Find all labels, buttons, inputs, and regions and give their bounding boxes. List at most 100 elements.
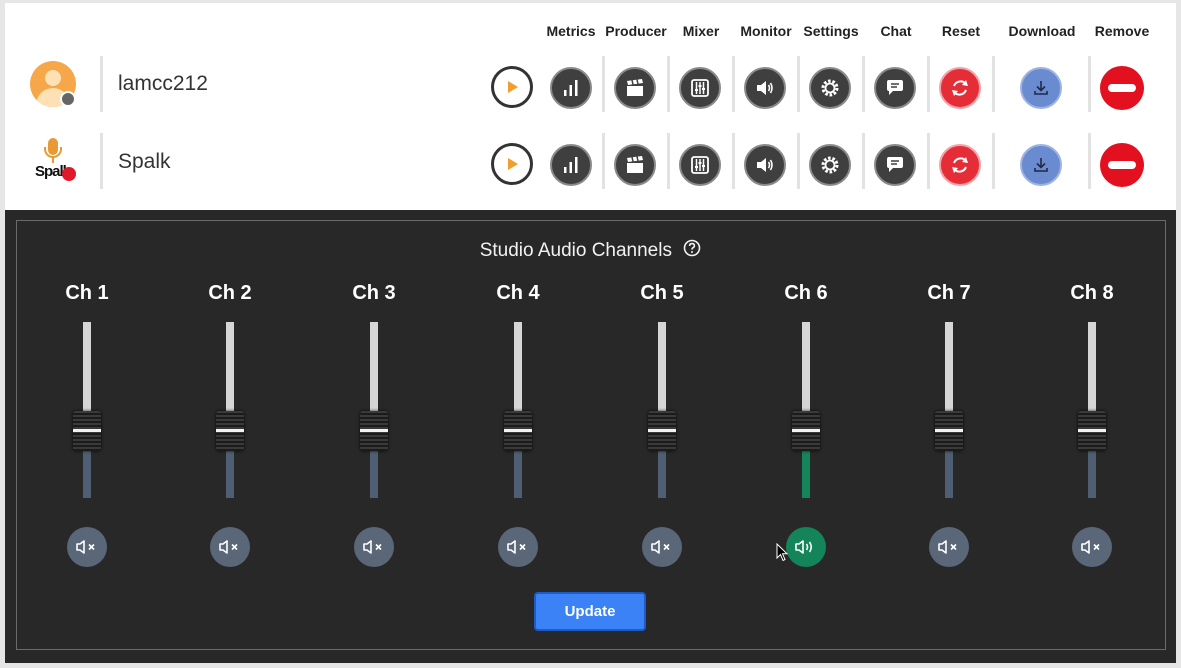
remove-button[interactable] [1100,66,1144,110]
bar-chart-icon [564,157,578,173]
chat-bubble-icon [887,80,903,95]
chat-button[interactable] [874,144,916,186]
producer-button[interactable] [614,144,656,186]
play-icon [508,81,518,93]
channel-fader-knob[interactable] [648,411,676,452]
divider [667,133,670,189]
play-button[interactable] [491,66,533,108]
update-button[interactable]: Update [534,592,646,631]
play-button[interactable] [491,143,533,185]
channel-unmute-button[interactable] [786,527,826,567]
channel-label: Ch 7 [927,282,971,304]
speaker-icon [757,81,773,95]
channel-label: Ch 8 [1070,282,1114,304]
channel-fader-track[interactable] [945,322,953,498]
settings-button[interactable] [809,144,851,186]
divider [1088,56,1091,112]
clapperboard-icon [627,156,643,173]
help-icon[interactable] [683,239,701,263]
remove-icon [1108,161,1136,169]
divider [927,56,930,112]
divider [1088,133,1091,189]
divider [732,133,735,189]
col-header-monitor: Monitor [740,23,792,39]
settings-button[interactable] [809,67,851,109]
metrics-button[interactable] [550,67,592,109]
divider [927,133,930,189]
col-header-reset: Reset [941,23,981,39]
divider [992,56,995,112]
channel-label: Ch 4 [496,282,540,304]
download-button[interactable] [1020,67,1062,109]
download-button[interactable] [1020,144,1062,186]
speaker-muted-icon [76,540,95,554]
producer-button[interactable] [614,67,656,109]
channel-mute-button[interactable] [354,527,394,567]
refresh-icon [952,80,968,96]
clapperboard-icon [627,79,643,96]
mixer-button[interactable] [679,67,721,109]
channel-mute-button[interactable] [67,527,107,567]
divider [100,133,103,189]
metrics-button[interactable] [550,144,592,186]
channel-fader-knob[interactable] [360,411,388,452]
channel-fader-knob[interactable] [73,411,101,452]
speaker-on-icon [795,540,813,554]
mixer-frame [16,220,1166,650]
channel-fader-knob[interactable] [504,411,532,452]
divider [862,133,865,189]
divider [862,56,865,112]
monitor-button[interactable] [744,67,786,109]
gear-icon [821,79,839,97]
channel-fader-track[interactable] [658,322,666,498]
col-header-download: Download [1008,23,1076,39]
channel-label: Ch 5 [640,282,684,304]
channel-fader-knob[interactable] [792,411,820,452]
channel-fader-track[interactable] [514,322,522,498]
channel-fader-track[interactable] [1088,322,1096,498]
download-icon [1034,158,1048,172]
channel-fader-knob[interactable] [216,411,244,452]
channel-fader-knob[interactable] [935,411,963,452]
divider [732,56,735,112]
mixer-title-text: Studio Audio Channels [479,240,672,261]
reset-button[interactable] [939,67,981,109]
channel-mute-button[interactable] [929,527,969,567]
channel-fader-track[interactable] [802,322,810,498]
speaker-muted-icon [507,540,526,554]
divider [100,56,103,112]
monitor-button[interactable] [744,144,786,186]
play-icon [508,158,518,170]
speaker-icon [757,158,773,172]
col-header-chat: Chat [880,23,912,39]
mixer-button[interactable] [679,144,721,186]
channel-mute-button[interactable] [642,527,682,567]
divider [602,133,605,189]
channel-fader-track[interactable] [83,322,91,498]
reset-button[interactable] [939,144,981,186]
status-offline-icon [60,91,76,107]
participant-name: lamcc212 [118,72,208,95]
chat-bubble-icon [887,157,903,172]
channel-mute-button[interactable] [498,527,538,567]
channel-label: Ch 3 [352,282,396,304]
participants-panel: Metrics Producer Mixer Monitor Settings … [5,3,1176,210]
channel-mute-button[interactable] [210,527,250,567]
mouse-cursor-icon [776,543,789,562]
channel-label: Ch 1 [65,282,109,304]
channel-fader-track[interactable] [226,322,234,498]
speaker-muted-icon [938,540,957,554]
speaker-muted-icon [363,540,382,554]
channel-fader-knob[interactable] [1078,411,1106,452]
remove-button[interactable] [1100,143,1144,187]
chat-button[interactable] [874,67,916,109]
spalk-logo: Spalk [30,136,80,186]
download-icon [1034,81,1048,95]
channel-mute-button[interactable] [1072,527,1112,567]
channel-fader-track[interactable] [370,322,378,498]
refresh-icon [952,157,968,173]
studio-audio-mixer: Studio Audio Channels Ch 1 Ch 2 Ch 3 Ch 4 Ch… [5,210,1176,663]
divider [992,133,995,189]
col-header-mixer: Mixer [682,23,720,39]
participant-row: lamcc212 [5,49,1176,119]
